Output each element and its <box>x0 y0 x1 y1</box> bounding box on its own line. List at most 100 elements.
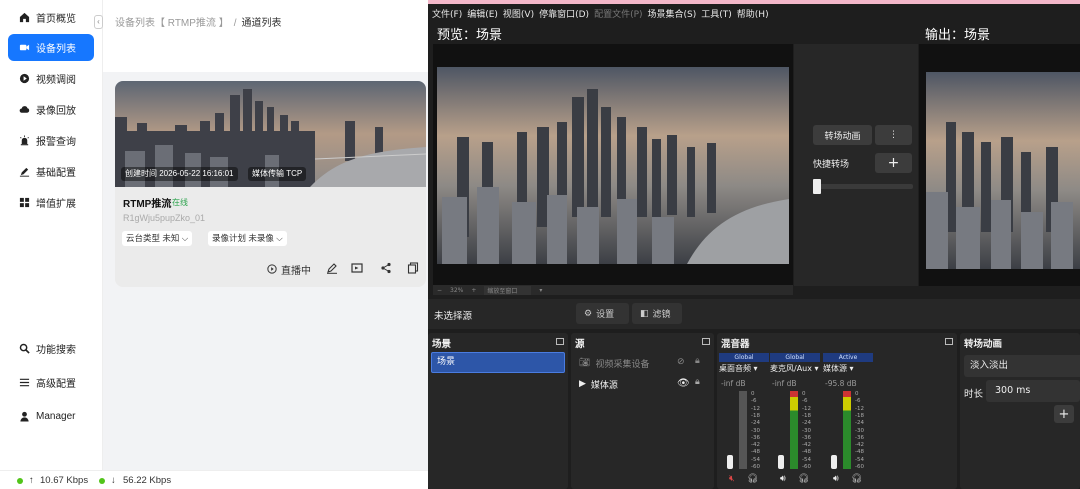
headphones-icon[interactable]: 🎧︎ <box>747 474 758 484</box>
headphones-icon[interactable]: 🎧︎ <box>798 474 809 484</box>
source-toolbar: 未选择源 ⚙ 设置 ◧ 滤镜 <box>428 299 1080 329</box>
source-filters-button[interactable]: ◧ 滤镜 <box>632 303 682 324</box>
transition-slider-handle[interactable] <box>813 179 821 194</box>
transition-select[interactable]: 淡入淡出 <box>964 355 1080 377</box>
add-transition-button[interactable]: + <box>1054 405 1074 423</box>
headphones-icon[interactable]: 🎧︎ <box>851 474 862 484</box>
search-icon <box>19 343 30 354</box>
volume-fader[interactable] <box>831 455 837 469</box>
device-id: R1gWju5pupZko_01 <box>123 213 206 223</box>
channel-name[interactable]: 桌面音频 ▾ <box>719 363 771 374</box>
menu-tools[interactable]: 工具(T) <box>701 7 732 20</box>
meter-scale-label: -60 <box>855 464 864 470</box>
quick-transition-label: 快捷转场 <box>813 160 850 170</box>
meter-scale-label: -54 <box>802 456 811 463</box>
ptz-type-select[interactable]: 云台类型 未知 ⌵ <box>122 231 193 246</box>
live-label: 直播中 <box>281 265 311 277</box>
channel-name[interactable]: 麦克风/Aux ▾ <box>770 363 822 374</box>
sidebar-item-search[interactable]: 功能搜索 <box>8 335 94 362</box>
sidebar-item-config[interactable]: 基础配置 <box>8 158 94 185</box>
copy-icon[interactable] <box>407 262 419 274</box>
zoom-mode-select[interactable]: 缩放至窗口 <box>484 285 532 295</box>
sidebar-item-devices[interactable]: 设备列表 <box>8 34 94 61</box>
menu-view[interactable]: 视图(V) <box>503 7 534 20</box>
menu-docks[interactable]: 停靠窗口(D) <box>539 7 589 20</box>
meter-scale-label: 0 <box>802 391 806 397</box>
volume-fader[interactable] <box>727 455 733 469</box>
live-button[interactable]: 直播中 <box>267 262 311 277</box>
meter-scale-label: -18 <box>802 412 811 419</box>
undock-icon[interactable] <box>702 338 710 345</box>
source-settings-button[interactable]: ⚙ 设置 <box>576 303 629 324</box>
chevron-down-icon: ⌵ <box>181 233 189 243</box>
visibility-hidden-icon[interactable]: ⊘ <box>677 357 685 367</box>
camera-icon <box>19 42 30 53</box>
meter-scale-label: -30 <box>751 427 760 434</box>
play-icon: ▶ <box>579 379 586 389</box>
play-circle-icon <box>19 73 30 84</box>
sidebar-item-extend[interactable]: 增值扩展 <box>8 189 94 216</box>
menu-edit[interactable]: 编辑(E) <box>467 7 498 20</box>
transition-slider[interactable] <box>813 184 913 189</box>
channel-db: -inf dB <box>772 379 797 388</box>
scene-list-item[interactable]: 场景 <box>431 352 565 373</box>
download-arrow-icon: ↓ <box>111 475 116 486</box>
chevron-down-icon: ▾ <box>539 286 543 294</box>
channel-db: -95.8 dB <box>825 379 857 388</box>
sidebar-collapse-icon[interactable]: ‹ <box>94 15 103 29</box>
sidebar-item-alarm[interactable]: 报警查询 <box>8 127 94 154</box>
preview-canvas[interactable] <box>433 44 793 286</box>
lock-icon[interactable]: 🔒︎ <box>695 356 700 366</box>
edit-icon[interactable] <box>326 262 338 274</box>
filter-icon: ◧ <box>640 308 649 319</box>
share-icon[interactable] <box>380 262 392 274</box>
undock-icon[interactable] <box>556 338 564 345</box>
sidebar-item-playback[interactable]: 录像回放 <box>8 96 94 123</box>
menu-file[interactable]: 文件(F) <box>432 7 462 20</box>
meter-scale-label: -36 <box>802 434 811 441</box>
sidebar: 首页概览 设备列表 视频调阅 录像回放 报警查询 基础配置 增值扩展 功能搜索 … <box>0 0 103 470</box>
channel-name[interactable]: 媒体源 ▾ <box>823 363 875 374</box>
zoom-out-button[interactable]: − <box>437 287 442 294</box>
transition-button[interactable]: 转场动画 <box>813 125 872 145</box>
muted-speaker-icon[interactable]: 🔇︎ <box>729 474 735 484</box>
header-box: 设备列表【 RTMP推流 】 / 通道列表 <box>103 0 428 72</box>
meter-scale-label: -48 <box>855 449 864 456</box>
volume-fader[interactable] <box>778 455 784 469</box>
meter-scale-label: 0 <box>855 391 859 397</box>
meter-scale-label: -12 <box>751 405 760 412</box>
speaker-icon[interactable]: 🔊︎ <box>833 474 839 484</box>
sidebar-item-user[interactable]: Manager <box>8 403 94 430</box>
speaker-icon[interactable]: 🔊︎ <box>780 474 786 484</box>
zoom-in-button[interactable]: + <box>471 287 476 294</box>
sidebar-item-home[interactable]: 首页概览 <box>8 4 94 31</box>
device-card[interactable]: 创建时间 2026-05-22 16:16:01 媒体传输 TCP RTMP推流… <box>115 81 426 287</box>
menu-scene-collection[interactable]: 场景集合(S) <box>648 7 697 20</box>
lock-icon[interactable]: 🔒︎ <box>695 377 700 387</box>
meter-scale-label: -36 <box>751 434 760 441</box>
menu-help[interactable]: 帮助(H) <box>737 7 769 20</box>
channel-db: -inf dB <box>721 379 746 388</box>
eye-icon[interactable]: 👁︎ <box>677 378 690 389</box>
undock-icon[interactable] <box>945 338 953 345</box>
scenes-dock: 场景 场景 <box>428 333 568 489</box>
sources-dock-title: 源 <box>575 339 585 350</box>
sidebar-item-video[interactable]: 视频调阅 <box>8 65 94 92</box>
breadcrumb-parent[interactable]: 设备列表【 RTMP推流 】 <box>115 18 229 29</box>
volume-meter <box>739 391 747 469</box>
volume-meter <box>843 391 851 469</box>
record-plan-select[interactable]: 录像计划 未录像 ⌵ <box>208 231 287 246</box>
add-quick-transition-button[interactable]: + <box>875 153 912 173</box>
source-label: 媒体源 <box>590 380 618 391</box>
source-item-media[interactable]: ▶ 媒体源 <box>579 375 618 393</box>
chevron-down-icon: ⌵ <box>276 233 283 243</box>
source-item-capture[interactable]: 📷︎ 视频采集设备 <box>579 354 649 372</box>
gear-icon: ⚙ <box>584 308 593 319</box>
menu-profile[interactable]: 配置文件(P) <box>594 7 642 20</box>
duration-input[interactable]: 300 ms <box>986 380 1080 402</box>
sidebar-item-advanced[interactable]: 高级配置 <box>8 369 94 396</box>
preview-video <box>437 67 789 264</box>
video-icon[interactable] <box>351 262 363 274</box>
upload-status-dot <box>17 478 23 484</box>
more-options-icon[interactable]: ⋮ <box>875 125 912 145</box>
